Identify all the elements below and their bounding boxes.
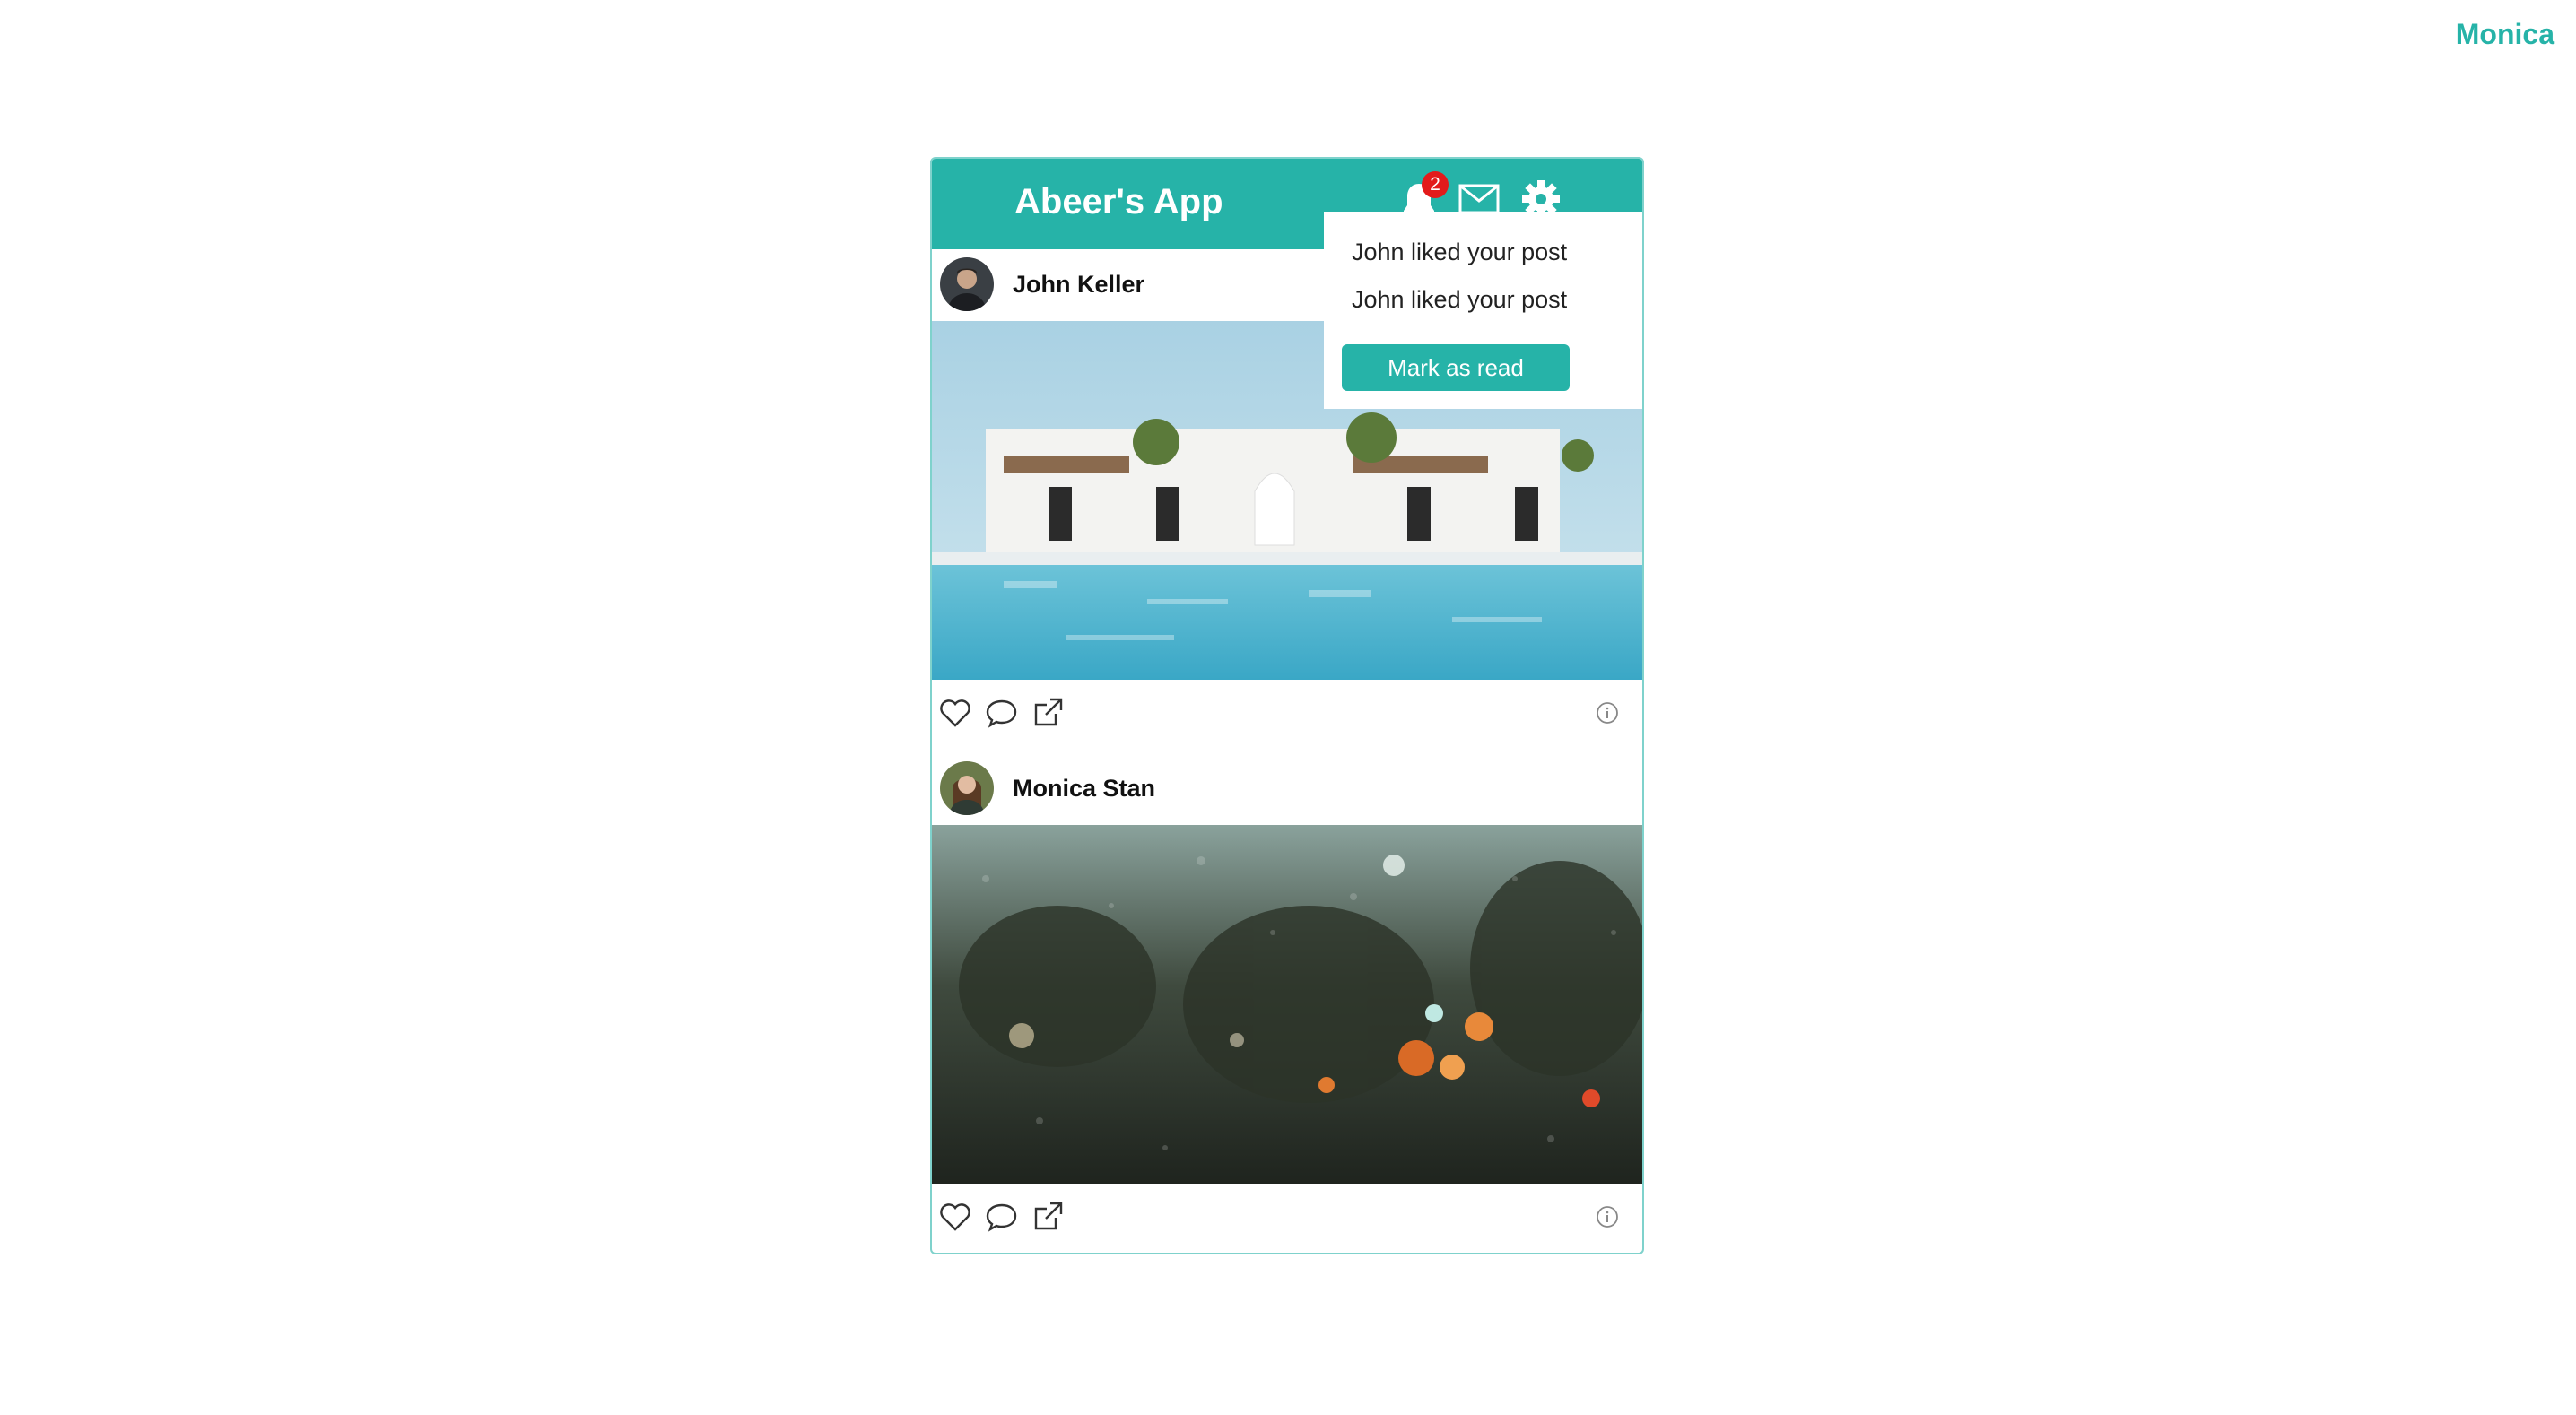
app-window: Abeer's App 2 John liked your post John … — [930, 157, 1644, 1254]
share-icon[interactable] — [1032, 1202, 1065, 1237]
post-author[interactable]: Monica Stan — [1013, 775, 1155, 803]
heart-icon[interactable] — [939, 698, 971, 733]
app-title: Abeer's App — [1014, 182, 1223, 221]
avatar[interactable] — [940, 257, 994, 311]
info-icon[interactable] — [1596, 1205, 1619, 1233]
comment-icon[interactable] — [986, 698, 1018, 733]
post-author[interactable]: John Keller — [1013, 271, 1144, 299]
notification-item[interactable]: John liked your post — [1352, 239, 1567, 266]
current-user-name[interactable]: Monica — [2456, 18, 2554, 51]
post-actions — [932, 680, 1642, 753]
comment-icon[interactable] — [986, 1202, 1018, 1237]
notification-badge: 2 — [1422, 171, 1449, 198]
heart-icon[interactable] — [939, 1202, 971, 1237]
post-actions — [932, 1184, 1642, 1253]
post-image — [932, 825, 1642, 1184]
post-header: Monica Stan — [932, 753, 1642, 825]
avatar[interactable] — [940, 761, 994, 815]
notifications-dropdown: John liked your post John liked your pos… — [1324, 212, 1642, 409]
post-card: Monica Stan — [932, 753, 1642, 1253]
mark-as-read-button[interactable]: Mark as read — [1342, 344, 1570, 391]
notification-item[interactable]: John liked your post — [1352, 286, 1567, 314]
share-icon[interactable] — [1032, 698, 1065, 733]
info-icon[interactable] — [1596, 701, 1619, 729]
